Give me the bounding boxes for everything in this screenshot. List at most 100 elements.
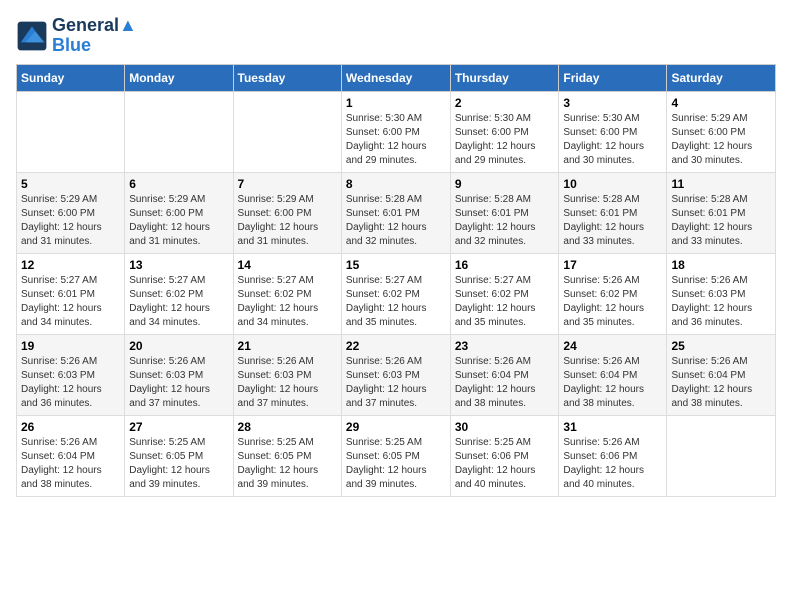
calendar-day-cell: 29Sunrise: 5:25 AM Sunset: 6:05 PM Dayli… bbox=[341, 415, 450, 496]
weekday-header-row: SundayMondayTuesdayWednesdayThursdayFrid… bbox=[17, 64, 776, 91]
calendar-week-row: 12 Sunrise: 5:27 AM Sunset: 6:01 PM Dayli… bbox=[17, 253, 776, 334]
calendar-day-cell: 14Sunrise: 5:27 AM Sunset: 6:02 PM Dayli… bbox=[233, 253, 341, 334]
day-detail: Sunrise: 5:27 AM Sunset: 6:02 PM Dayligh… bbox=[129, 274, 228, 330]
calendar-day-cell: 31 Sunrise: 5:26 AM Sunset: 6:06 PM Dayli… bbox=[559, 415, 667, 496]
weekday-header: Friday bbox=[559, 64, 667, 91]
day-detail: Sunrise: 5:28 AM Sunset: 6:01 PM Dayligh… bbox=[563, 193, 662, 249]
day-detail: Sunrise: 5:26 AM Sunset: 6:03 PM Dayligh… bbox=[238, 355, 337, 411]
page-header: General▲ Blue bbox=[16, 16, 776, 56]
calendar-table: SundayMondayTuesdayWednesdayThursdayFrid… bbox=[16, 64, 776, 497]
day-detail: Sunrise: 5:28 AM Sunset: 6:01 PM Dayligh… bbox=[671, 193, 771, 249]
day-detail: Sunrise: 5:27 AM Sunset: 6:01 PM Dayligh… bbox=[21, 274, 120, 330]
day-number: 15 bbox=[346, 258, 446, 272]
day-number: 13 bbox=[129, 258, 228, 272]
day-detail: Sunrise: 5:26 AM Sunset: 6:03 PM Dayligh… bbox=[21, 355, 120, 411]
day-detail: Sunrise: 5:27 AM Sunset: 6:02 PM Dayligh… bbox=[346, 274, 446, 330]
calendar-day-cell: 13 Sunrise: 5:27 AM Sunset: 6:02 PM Dayli… bbox=[125, 253, 233, 334]
calendar-day-cell: 1 Sunrise: 5:30 AM Sunset: 6:00 PM Daylig… bbox=[341, 91, 450, 172]
calendar-day-cell: 15 Sunrise: 5:27 AM Sunset: 6:02 PM Dayli… bbox=[341, 253, 450, 334]
day-detail: Sunrise: 5:28 AM Sunset: 6:01 PM Dayligh… bbox=[455, 193, 555, 249]
day-number: 26 bbox=[21, 420, 120, 434]
calendar-day-cell: 21 Sunrise: 5:26 AM Sunset: 6:03 PM Dayli… bbox=[233, 334, 341, 415]
calendar-day-cell bbox=[667, 415, 776, 496]
day-detail: Sunrise: 5:26 AM Sunset: 6:02 PM Dayligh… bbox=[563, 274, 662, 330]
calendar-day-cell: 5 Sunrise: 5:29 AM Sunset: 6:00 PM Daylig… bbox=[17, 172, 125, 253]
day-number: 16 bbox=[455, 258, 555, 272]
day-detail: Sunrise: 5:25 AM Sunset: 6:05 PM Dayligh… bbox=[129, 436, 228, 492]
calendar-week-row: 19 Sunrise: 5:26 AM Sunset: 6:03 PM Dayli… bbox=[17, 334, 776, 415]
day-detail: Sunrise: 5:27 AM Sunset: 6:02 PM Dayligh… bbox=[238, 274, 337, 330]
calendar-day-cell bbox=[17, 91, 125, 172]
calendar-day-cell: 23 Sunrise: 5:26 AM Sunset: 6:04 PM Dayli… bbox=[450, 334, 559, 415]
logo-icon bbox=[16, 20, 48, 52]
calendar-day-cell: 2 Sunrise: 5:30 AM Sunset: 6:00 PM Daylig… bbox=[450, 91, 559, 172]
day-number: 12 bbox=[21, 258, 120, 272]
day-number: 20 bbox=[129, 339, 228, 353]
calendar-day-cell: 6 Sunrise: 5:29 AM Sunset: 6:00 PM Daylig… bbox=[125, 172, 233, 253]
calendar-day-cell: 20 Sunrise: 5:26 AM Sunset: 6:03 PM Dayli… bbox=[125, 334, 233, 415]
day-number: 2 bbox=[455, 96, 555, 110]
day-number: 7 bbox=[238, 177, 337, 191]
day-number: 1 bbox=[346, 96, 446, 110]
weekday-header: Monday bbox=[125, 64, 233, 91]
day-number: 5 bbox=[21, 177, 120, 191]
day-detail: Sunrise: 5:26 AM Sunset: 6:03 PM Dayligh… bbox=[346, 355, 446, 411]
calendar-day-cell: 9Sunrise: 5:28 AM Sunset: 6:01 PM Daylig… bbox=[450, 172, 559, 253]
day-number: 22 bbox=[346, 339, 446, 353]
day-number: 24 bbox=[563, 339, 662, 353]
calendar-day-cell: 25 Sunrise: 5:26 AM Sunset: 6:04 PM Dayli… bbox=[667, 334, 776, 415]
weekday-header: Wednesday bbox=[341, 64, 450, 91]
calendar-day-cell: 17 Sunrise: 5:26 AM Sunset: 6:02 PM Dayli… bbox=[559, 253, 667, 334]
day-number: 21 bbox=[238, 339, 337, 353]
day-detail: Sunrise: 5:27 AM Sunset: 6:02 PM Dayligh… bbox=[455, 274, 555, 330]
day-number: 6 bbox=[129, 177, 228, 191]
day-detail: Sunrise: 5:29 AM Sunset: 6:00 PM Dayligh… bbox=[238, 193, 337, 249]
day-detail: Sunrise: 5:26 AM Sunset: 6:04 PM Dayligh… bbox=[563, 355, 662, 411]
day-number: 23 bbox=[455, 339, 555, 353]
day-number: 18 bbox=[671, 258, 771, 272]
day-number: 3 bbox=[563, 96, 662, 110]
day-number: 30 bbox=[455, 420, 555, 434]
day-detail: Sunrise: 5:26 AM Sunset: 6:03 PM Dayligh… bbox=[671, 274, 771, 330]
calendar-day-cell bbox=[233, 91, 341, 172]
calendar-day-cell: 7 Sunrise: 5:29 AM Sunset: 6:00 PM Daylig… bbox=[233, 172, 341, 253]
calendar-day-cell: 4Sunrise: 5:29 AM Sunset: 6:00 PM Daylig… bbox=[667, 91, 776, 172]
logo-text: General▲ Blue bbox=[52, 16, 137, 56]
calendar-week-row: 5 Sunrise: 5:29 AM Sunset: 6:00 PM Daylig… bbox=[17, 172, 776, 253]
day-detail: Sunrise: 5:26 AM Sunset: 6:03 PM Dayligh… bbox=[129, 355, 228, 411]
day-number: 29 bbox=[346, 420, 446, 434]
weekday-header: Thursday bbox=[450, 64, 559, 91]
calendar-day-cell: 16 Sunrise: 5:27 AM Sunset: 6:02 PM Dayli… bbox=[450, 253, 559, 334]
calendar-week-row: 26 Sunrise: 5:26 AM Sunset: 6:04 PM Dayli… bbox=[17, 415, 776, 496]
day-detail: Sunrise: 5:30 AM Sunset: 6:00 PM Dayligh… bbox=[346, 112, 446, 168]
calendar-day-cell: 3Sunrise: 5:30 AM Sunset: 6:00 PM Daylig… bbox=[559, 91, 667, 172]
day-number: 4 bbox=[671, 96, 771, 110]
calendar-day-cell: 28 Sunrise: 5:25 AM Sunset: 6:05 PM Dayli… bbox=[233, 415, 341, 496]
day-number: 28 bbox=[238, 420, 337, 434]
calendar-day-cell: 10 Sunrise: 5:28 AM Sunset: 6:01 PM Dayli… bbox=[559, 172, 667, 253]
calendar-day-cell: 18 Sunrise: 5:26 AM Sunset: 6:03 PM Dayli… bbox=[667, 253, 776, 334]
day-number: 19 bbox=[21, 339, 120, 353]
calendar-day-cell: 11Sunrise: 5:28 AM Sunset: 6:01 PM Dayli… bbox=[667, 172, 776, 253]
day-number: 8 bbox=[346, 177, 446, 191]
day-detail: Sunrise: 5:29 AM Sunset: 6:00 PM Dayligh… bbox=[129, 193, 228, 249]
day-detail: Sunrise: 5:26 AM Sunset: 6:06 PM Dayligh… bbox=[563, 436, 662, 492]
day-detail: Sunrise: 5:30 AM Sunset: 6:00 PM Dayligh… bbox=[455, 112, 555, 168]
logo: General▲ Blue bbox=[16, 16, 137, 56]
day-number: 17 bbox=[563, 258, 662, 272]
calendar-day-cell: 8Sunrise: 5:28 AM Sunset: 6:01 PM Daylig… bbox=[341, 172, 450, 253]
day-detail: Sunrise: 5:25 AM Sunset: 6:06 PM Dayligh… bbox=[455, 436, 555, 492]
day-detail: Sunrise: 5:26 AM Sunset: 6:04 PM Dayligh… bbox=[21, 436, 120, 492]
day-number: 31 bbox=[563, 420, 662, 434]
calendar-day-cell: 24 Sunrise: 5:26 AM Sunset: 6:04 PM Dayli… bbox=[559, 334, 667, 415]
day-number: 25 bbox=[671, 339, 771, 353]
day-detail: Sunrise: 5:26 AM Sunset: 6:04 PM Dayligh… bbox=[455, 355, 555, 411]
weekday-header: Saturday bbox=[667, 64, 776, 91]
calendar-day-cell: 26 Sunrise: 5:26 AM Sunset: 6:04 PM Dayli… bbox=[17, 415, 125, 496]
calendar-day-cell: 27Sunrise: 5:25 AM Sunset: 6:05 PM Dayli… bbox=[125, 415, 233, 496]
day-detail: Sunrise: 5:25 AM Sunset: 6:05 PM Dayligh… bbox=[238, 436, 337, 492]
calendar-day-cell: 22 Sunrise: 5:26 AM Sunset: 6:03 PM Dayli… bbox=[341, 334, 450, 415]
day-detail: Sunrise: 5:26 AM Sunset: 6:04 PM Dayligh… bbox=[671, 355, 771, 411]
day-detail: Sunrise: 5:29 AM Sunset: 6:00 PM Dayligh… bbox=[21, 193, 120, 249]
day-number: 10 bbox=[563, 177, 662, 191]
